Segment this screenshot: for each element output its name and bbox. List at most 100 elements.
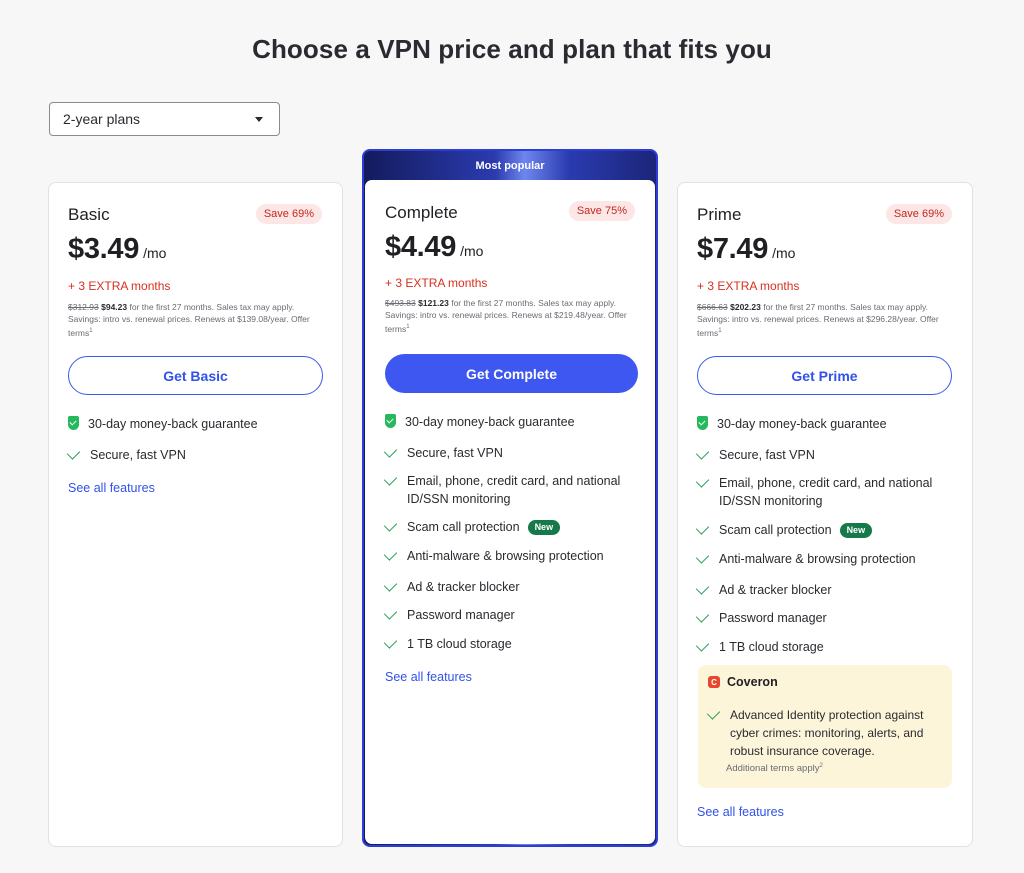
price-period: /mo — [772, 245, 796, 261]
save-badge: Save 69% — [885, 204, 952, 224]
feature-label: 30-day money-back guarantee — [717, 417, 887, 431]
feature-item: Anti-malware & browsing protection — [695, 550, 958, 568]
feature-label: 1 TB cloud storage — [719, 640, 824, 654]
see-all-features-link[interactable]: See all features — [68, 481, 155, 495]
feature-label: Secure, fast VPN — [719, 448, 815, 462]
coveron-title: Coveron — [727, 675, 778, 689]
feature-item: Email, phone, credit card, and national … — [383, 472, 641, 508]
feature-item: Anti-malware & browsing protection — [383, 547, 641, 565]
price-period: /mo — [143, 245, 167, 261]
feature-item: Secure, fast VPN — [695, 446, 958, 464]
footnote-mark: 1 — [89, 328, 93, 334]
plan-name: Basic — [68, 205, 110, 224]
new-price: $94.23 — [101, 302, 128, 312]
fine-print: $312.93 $94.23 for the first 27 months. … — [68, 301, 324, 339]
feature-label: Ad & tracker blocker — [407, 580, 520, 594]
feature-label: Email, phone, credit card, and national … — [407, 474, 621, 506]
old-price: $666.63 — [697, 302, 728, 312]
coveron-logo-icon: C — [708, 676, 720, 688]
shield-icon — [68, 416, 79, 430]
feature-item: 30-day money-back guarantee — [68, 415, 328, 433]
new-badge: New — [839, 523, 873, 538]
plan-duration-value: 2-year plans — [63, 111, 141, 127]
new-price: $202.23 — [730, 302, 761, 312]
feature-label: 30-day money-back guarantee — [405, 415, 575, 429]
check-icon — [695, 446, 710, 460]
feature-item: Ad & tracker blocker — [695, 581, 958, 599]
feature-item: 30-day money-back guarantee — [697, 415, 958, 433]
feature-label: Email, phone, credit card, and national … — [719, 476, 933, 508]
see-all-features-link[interactable]: See all features — [697, 805, 784, 819]
save-badge: Save 75% — [568, 201, 635, 221]
feature-label: Anti-malware & browsing protection — [407, 549, 604, 563]
feature-label: 30-day money-back guarantee — [88, 417, 258, 431]
price: $4.49 — [385, 231, 457, 263]
feature-item: Secure, fast VPN — [66, 446, 328, 464]
check-icon — [695, 474, 710, 488]
feature-item: Password manager — [383, 606, 641, 624]
check-icon — [695, 638, 710, 652]
check-icon — [383, 547, 398, 561]
check-icon — [706, 706, 721, 720]
price-row: $4.49 /mo — [385, 231, 483, 264]
most-popular-banner: Most popular — [475, 160, 545, 172]
save-badge: Save 69% — [255, 204, 322, 224]
get-prime-button[interactable]: Get Prime — [697, 356, 952, 395]
new-price: $121.23 — [418, 298, 449, 308]
price-row: $7.49 /mo — [697, 233, 795, 266]
plan-name: Complete — [385, 203, 458, 222]
check-icon — [695, 609, 710, 623]
feature-text: Scam call protection — [407, 520, 520, 534]
old-price: $493.83 — [385, 298, 416, 308]
coveron-terms-text: Additional terms apply — [726, 763, 820, 775]
feature-item: Scam call protection New — [383, 518, 641, 536]
feature-label: Ad & tracker blocker — [719, 583, 832, 597]
get-complete-button[interactable]: Get Complete — [385, 354, 638, 393]
see-all-features-link[interactable]: See all features — [385, 670, 472, 684]
feature-label: Password manager — [407, 608, 515, 622]
check-icon — [695, 581, 710, 595]
feature-text: Scam call protection — [719, 523, 832, 537]
fine-print: $666.63 $202.23 for the first 27 months.… — [697, 301, 954, 339]
feature-label: Secure, fast VPN — [407, 446, 503, 460]
check-icon — [383, 635, 398, 649]
coveron-terms: Additional terms apply2 — [726, 763, 823, 774]
plan-card-basic: Basic Save 69% $3.49 /mo + 3 EXTRA month… — [48, 182, 343, 847]
page-title: Choose a VPN price and plan that fits yo… — [252, 34, 772, 64]
extra-months: + 3 EXTRA months — [385, 276, 488, 290]
feature-item: Ad & tracker blocker — [383, 578, 641, 596]
price: $3.49 — [68, 233, 140, 265]
footnote-mark: 1 — [718, 328, 722, 334]
shield-icon — [697, 416, 708, 430]
plan-card-complete-body: Complete Save 75% $4.49 /mo + 3 EXTRA mo… — [365, 180, 655, 844]
check-icon — [695, 550, 710, 564]
price-period: /mo — [460, 243, 484, 259]
feature-item: Scam call protection New — [695, 521, 958, 539]
extra-months: + 3 EXTRA months — [697, 279, 800, 293]
coveron-addon-box: C Coveron Advanced Identity protection a… — [698, 665, 952, 788]
plan-card-prime: Prime Save 69% $7.49 /mo + 3 EXTRA month… — [677, 182, 973, 847]
feature-label: Anti-malware & browsing protection — [719, 552, 916, 566]
check-icon — [383, 606, 398, 620]
feature-item: Secure, fast VPN — [383, 444, 641, 462]
plan-duration-select[interactable]: 2-year plans — [49, 102, 280, 136]
feature-label: Password manager — [719, 611, 827, 625]
get-basic-button[interactable]: Get Basic — [68, 356, 323, 395]
feature-item: Email, phone, credit card, and national … — [695, 474, 958, 510]
fine-print: $493.83 $121.23 for the first 27 months.… — [385, 297, 637, 335]
feature-label: 1 TB cloud storage — [407, 637, 512, 651]
coveron-feature: Advanced Identity protection against cyb… — [706, 706, 942, 760]
check-icon — [383, 578, 398, 592]
old-price: $312.93 — [68, 302, 99, 312]
coveron-feature-label: Advanced Identity protection against cyb… — [730, 708, 924, 758]
footnote-mark: 1 — [406, 324, 410, 330]
feature-label: Scam call protection New — [407, 518, 561, 536]
check-icon — [383, 518, 398, 532]
check-icon — [695, 521, 710, 535]
check-icon — [383, 444, 398, 458]
feature-item: Password manager — [695, 609, 958, 627]
feature-item: 1 TB cloud storage — [695, 638, 958, 656]
check-icon — [383, 472, 398, 486]
plan-card-complete: Most popular Complete Save 75% $4.49 /mo… — [362, 149, 658, 847]
shield-icon — [385, 414, 396, 428]
